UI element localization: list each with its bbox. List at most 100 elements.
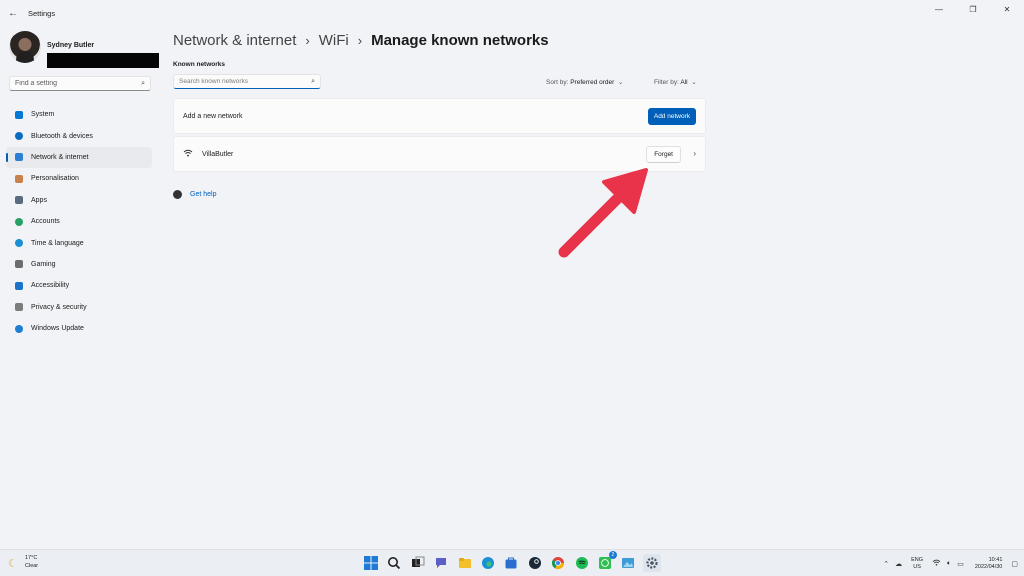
sidebar-item-label: Accounts — [31, 218, 60, 226]
system-tray: ⌃ ☁ ENG US 🔈︎ ▭ 10:41 2022/04/30 ▢ — [880, 553, 1024, 574]
sidebar-item-accounts[interactable]: Accounts — [6, 211, 152, 232]
notification-icon[interactable]: ▢ — [1011, 560, 1018, 568]
photos-icon[interactable] — [619, 554, 637, 572]
sidebar-item-network-internet[interactable]: Network & internet — [6, 146, 152, 169]
search-icon[interactable]: ⌕ — [141, 80, 145, 88]
settings-gear-icon[interactable] — [642, 554, 661, 572]
accounts-icon — [15, 217, 23, 226]
spotify-icon[interactable] — [573, 554, 591, 572]
settings-window: ← Settings — ❐ ✕ Sydney Butler ⌕ System B… — [0, 0, 1024, 549]
add-network-label: Add a new network — [183, 112, 243, 120]
network-name: VillaButler — [202, 150, 234, 158]
window-controls: — ❐ ✕ — [922, 0, 1024, 18]
gaming-icon — [15, 260, 23, 269]
globe-icon — [15, 239, 23, 248]
filter-value: All — [680, 79, 688, 86]
network-icon — [15, 153, 23, 162]
back-arrow-icon: ← — [8, 7, 18, 19]
known-networks-search-box: ⌕ — [173, 74, 321, 89]
known-networks-search-input[interactable] — [179, 78, 312, 85]
sidebar-item-privacy-security[interactable]: Privacy & security — [6, 297, 152, 318]
sidebar-item-gaming[interactable]: Gaming — [6, 254, 152, 275]
sidebar-item-label: Accessibility — [31, 282, 70, 290]
chrome-icon[interactable] — [549, 554, 567, 572]
apps-icon — [15, 196, 23, 205]
store-icon[interactable] — [502, 554, 520, 572]
sidebar-item-apps[interactable]: Apps — [6, 190, 152, 211]
chevron-up-icon[interactable]: ⌃ — [883, 560, 889, 568]
search-icon[interactable] — [385, 554, 403, 572]
taskbar-apps: 2 — [362, 551, 666, 572]
sidebar-nav: System Bluetooth & devices Network & inter… — [6, 104, 152, 339]
minimize-button[interactable]: — — [922, 0, 956, 18]
bluetooth-icon — [15, 132, 23, 141]
chat-icon[interactable] — [432, 554, 450, 572]
sidebar-item-system[interactable]: System — [6, 104, 152, 125]
task-view-icon[interactable] — [409, 554, 427, 572]
restore-button[interactable]: ❐ — [956, 0, 990, 18]
close-button[interactable]: ✕ — [990, 0, 1024, 18]
get-help-link[interactable]: Get help — [173, 190, 216, 199]
volume-icon[interactable]: 🔈︎ — [947, 560, 951, 568]
user-name: Sydney Butler — [47, 42, 95, 49]
find-setting-box: ⌕ — [9, 76, 151, 91]
app-title: Settings — [28, 8, 56, 18]
wifi-tray-icon[interactable] — [932, 559, 941, 568]
add-network-row: Add a new network Add network — [173, 98, 706, 134]
weather-widget[interactable]: ☾ 17°C Clear — [8, 555, 38, 570]
sidebar-item-label: Time & language — [31, 239, 84, 247]
system-icon — [15, 110, 23, 119]
file-explorer-icon[interactable] — [456, 554, 474, 572]
accessibility-icon — [15, 281, 23, 290]
breadcrumb-network-internet[interactable]: Network & internet — [173, 32, 296, 49]
breadcrumb: Network & internet › WiFi › Manage known… — [173, 32, 549, 49]
breadcrumb-separator: › — [305, 33, 310, 48]
filter-dropdown[interactable]: Filter by: All ⌄ — [654, 78, 697, 86]
add-network-button[interactable]: Add network — [647, 108, 696, 125]
sidebar-item-personalisation[interactable]: Personalisation — [6, 168, 152, 189]
sort-label: Sort by: — [546, 79, 569, 86]
sidebar-item-label: Apps — [31, 196, 47, 204]
find-setting-input[interactable] — [15, 80, 142, 87]
sidebar-item-label: System — [31, 111, 55, 119]
sort-dropdown[interactable]: Sort by: Preferred order ⌄ — [546, 78, 623, 86]
sidebar-item-label: Bluetooth & devices — [31, 132, 93, 140]
language-code: ENG — [911, 556, 924, 563]
sidebar-item-windows-update[interactable]: Windows Update — [6, 318, 152, 339]
breadcrumb-separator: › — [357, 33, 363, 48]
sidebar-item-bluetooth-devices[interactable]: Bluetooth & devices — [6, 125, 152, 146]
battery-icon[interactable]: ▭ — [957, 560, 964, 568]
edge-icon[interactable] — [479, 554, 497, 572]
weather-condition: Clear — [25, 562, 39, 569]
wifi-icon — [183, 149, 193, 159]
avatar — [9, 31, 41, 63]
breadcrumb-wifi[interactable]: WiFi — [319, 32, 349, 49]
sidebar-item-label: Personalisation — [31, 175, 79, 183]
chevron-down-icon: ⌄ — [616, 79, 624, 86]
title-bar: ← Settings — ❐ ✕ — [0, 0, 1024, 26]
sidebar-item-accessibility[interactable]: Accessibility — [6, 275, 152, 296]
start-icon[interactable] — [362, 554, 380, 572]
back-button[interactable]: ← — [2, 2, 24, 24]
whatsapp-icon[interactable]: 2 — [596, 551, 617, 572]
search-icon[interactable]: ⌕ — [311, 78, 315, 86]
filter-label: Filter by: — [654, 79, 679, 86]
sidebar-item-time-language[interactable]: Time & language — [6, 232, 152, 253]
clock-time: 10:41 — [988, 556, 1003, 563]
chevron-down-icon: ⌄ — [689, 79, 697, 86]
region-code: US — [913, 563, 921, 570]
user-profile[interactable]: Sydney Butler — [9, 31, 159, 68]
steam-icon[interactable] — [526, 554, 544, 572]
update-icon — [15, 324, 23, 333]
help-icon — [173, 190, 182, 199]
notification-badge: 2 — [608, 551, 617, 559]
language-indicator[interactable]: ENG US — [911, 557, 923, 571]
known-networks-label: Known networks — [173, 61, 226, 68]
clock[interactable]: 10:41 2022/04/30 — [975, 557, 1003, 571]
cloud-icon[interactable]: ☁ — [895, 560, 902, 568]
sidebar-item-label: Gaming — [31, 260, 56, 268]
moon-icon: ☾ — [8, 557, 18, 570]
temperature: 17°C — [25, 555, 38, 561]
chevron-right-icon[interactable]: › — [693, 149, 696, 158]
brush-icon — [15, 174, 23, 183]
